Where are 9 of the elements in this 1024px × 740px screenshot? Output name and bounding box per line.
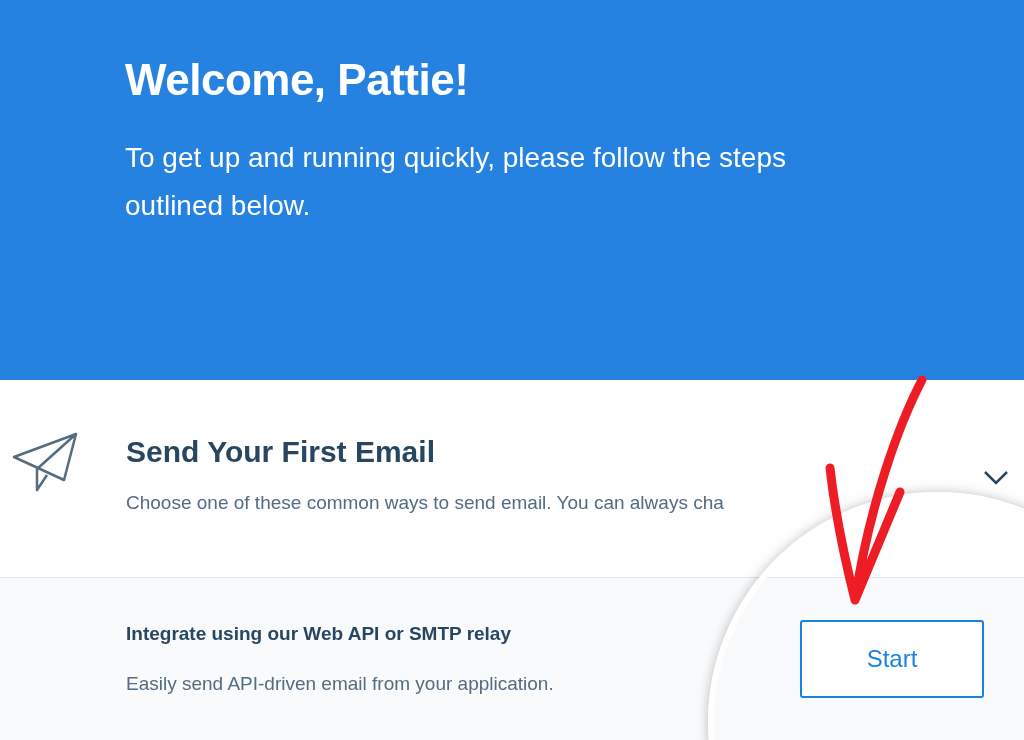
step-description: Choose one of these common ways to send email. You can always cha (126, 491, 724, 515)
start-button[interactable]: Start (800, 620, 984, 698)
option-title: Integrate using our Web API or SMTP relay (126, 622, 511, 646)
option-description: Easily send API-driven email from your application. (126, 672, 554, 696)
step-title: Send Your First Email (126, 434, 435, 470)
chevron-down-icon[interactable] (983, 470, 1009, 486)
welcome-title: Welcome, Pattie! (125, 54, 469, 106)
welcome-subtitle: To get up and running quickly, please follow the steps outlined below. (125, 141, 787, 223)
paper-plane-icon (12, 432, 78, 492)
